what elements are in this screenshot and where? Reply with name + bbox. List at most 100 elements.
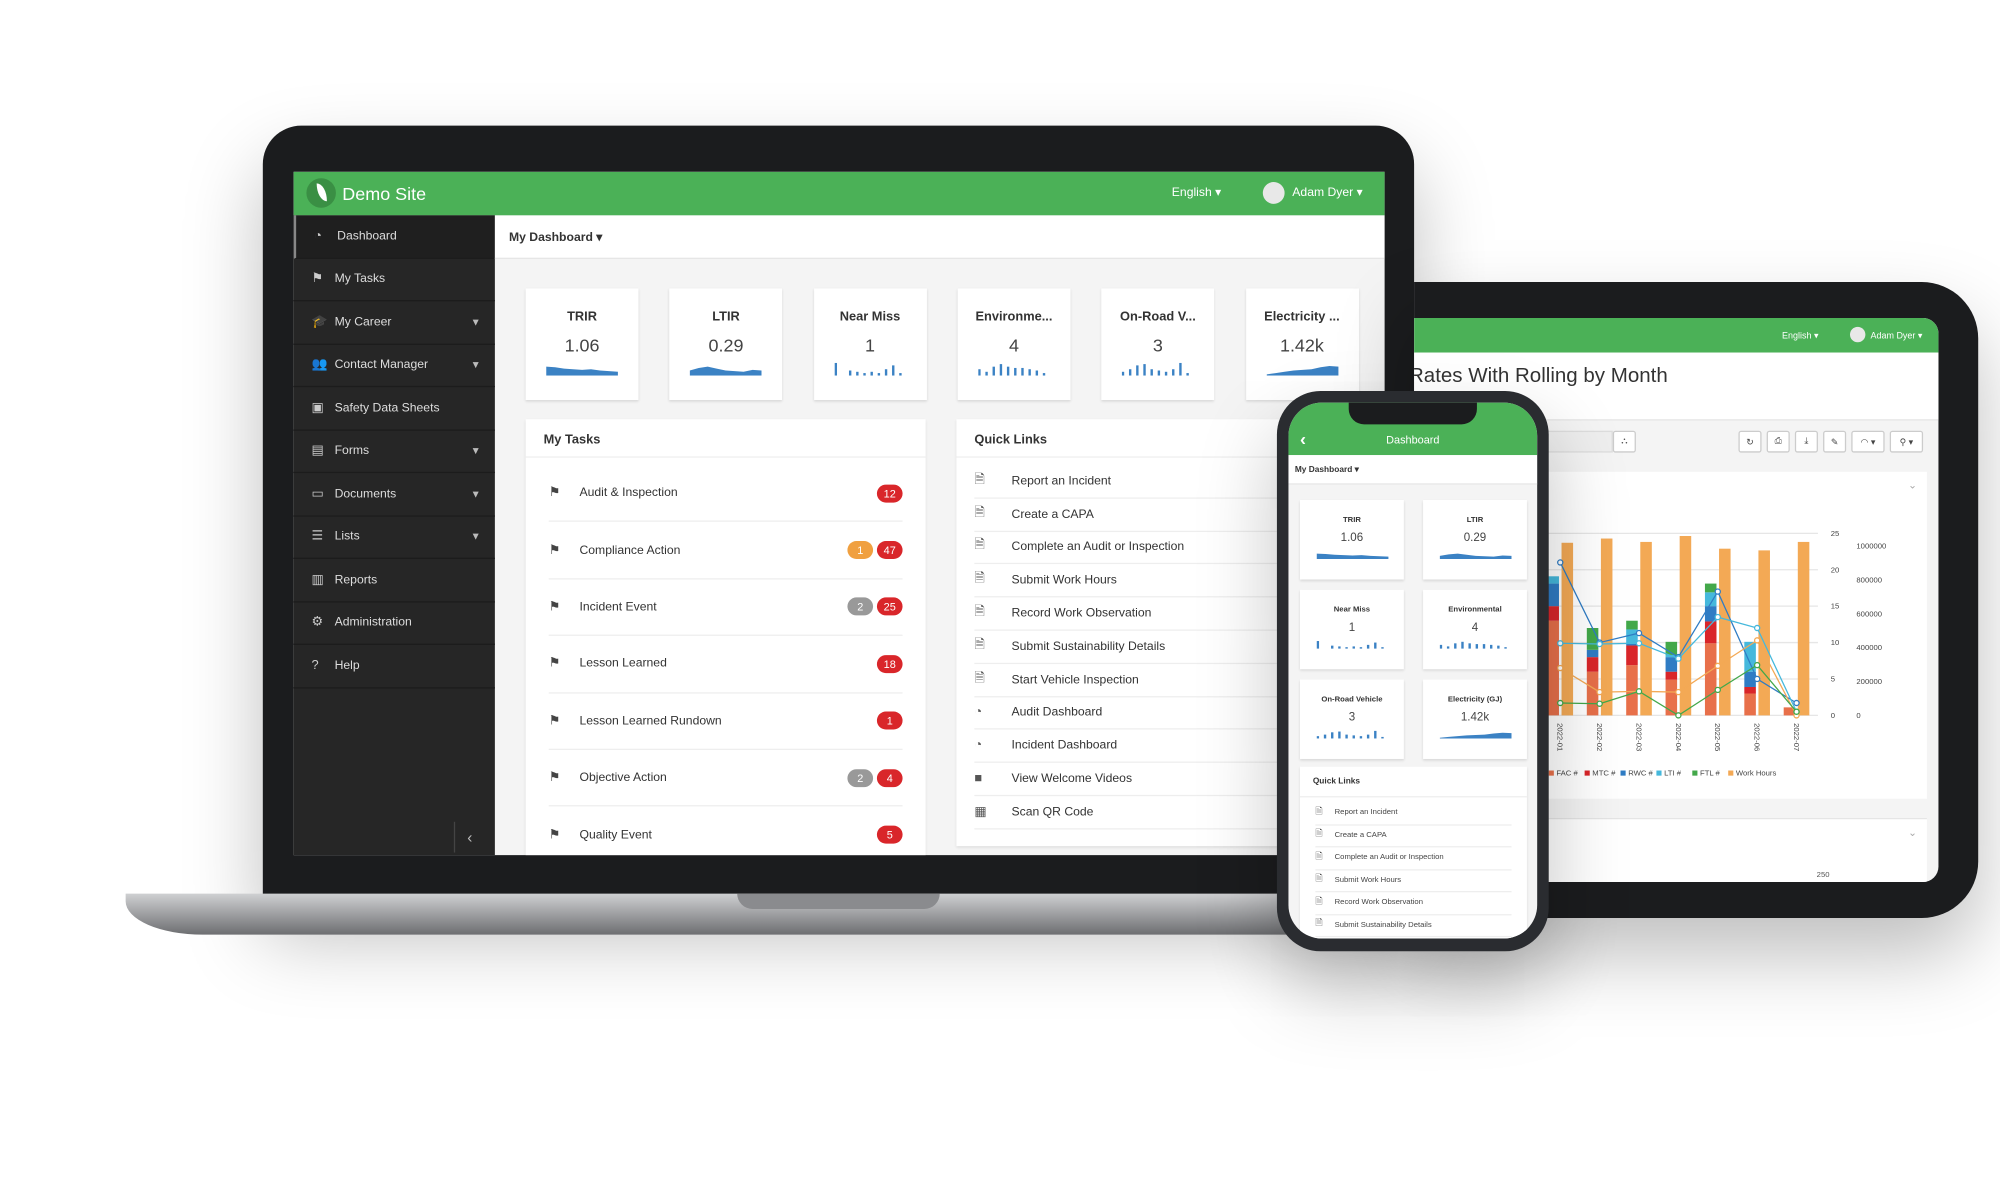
line-point	[1753, 624, 1761, 632]
task-label: Lesson Learned	[579, 656, 667, 671]
sidebar-item-safety-data-sheets[interactable]: ▣ Safety Data Sheets	[293, 387, 495, 431]
phone-quick-link[interactable]: 🗎 Complete an Audit or Inspection	[1315, 847, 1512, 870]
collapse-chevron-icon[interactable]: ⌄	[1908, 827, 1917, 839]
download-button[interactable]: ⤓	[1794, 430, 1818, 453]
phone-kpi-card[interactable]: Environmental 4	[1423, 589, 1527, 670]
phone-quick-link[interactable]: 🗎 Record Work Observation	[1315, 892, 1512, 915]
line-point	[1753, 661, 1761, 669]
task-row[interactable]: ⚑ Lesson Learned Rundown 1	[548, 693, 903, 750]
tablet-language-dropdown[interactable]: English ▾	[1782, 331, 1818, 341]
site-name[interactable]: Demo Site	[342, 183, 426, 204]
sidebar-item-contact-manager[interactable]: 👥 Contact Manager ▼	[293, 344, 495, 388]
refresh-button[interactable]: ↻	[1738, 430, 1762, 453]
line-point	[1635, 629, 1643, 637]
kpi-card-electricity-[interactable]: Electricity ... 1.42k	[1245, 288, 1359, 400]
kpi-value: 1.42k	[1460, 710, 1490, 724]
kpi-card-ltir[interactable]: LTIR 0.29	[669, 288, 783, 400]
phone-quick-link[interactable]: 🗎 Submit Work Hours	[1315, 870, 1512, 893]
task-row[interactable]: ⚑ Audit & Inspection 12	[548, 465, 903, 523]
kpi-card-environme-[interactable]: Environme... 4	[957, 288, 1071, 400]
right-axis-tick: 1000000	[1856, 542, 1886, 551]
kpi-card-trir[interactable]: TRIR 1.06	[525, 288, 639, 400]
flag-icon: ⚑	[548, 713, 561, 728]
task-row[interactable]: ⚑ Incident Event 2 25	[548, 579, 903, 637]
phone-kpi-card[interactable]: Near Miss 1	[1299, 589, 1404, 670]
tablet-avatar[interactable]	[1849, 326, 1866, 343]
kpi-title: Near Miss	[1333, 606, 1371, 615]
link-button[interactable]: ⚲ ▾	[1889, 430, 1924, 453]
kpi-card-on-road-v-[interactable]: On-Road V... 3	[1101, 288, 1215, 400]
phone-kpi-card[interactable]: On-Road Vehicle 3	[1299, 679, 1404, 759]
sidebar-item-my-career[interactable]: 🎓 My Career ▼	[293, 301, 495, 345]
stacked-bar-segment	[1626, 620, 1638, 630]
dashboard-select[interactable]: My Dashboard ▾	[509, 231, 602, 245]
file-icon: 🗎	[974, 539, 985, 554]
sidebar-item-help[interactable]: ? Help	[293, 645, 495, 688]
sidebar-item-lists[interactable]: ☰ Lists ▼	[293, 516, 495, 559]
line-point	[1714, 588, 1721, 595]
file-icon: 🗎	[974, 638, 985, 653]
quick-link[interactable]: 🗎 Start Vehicle Inspection	[974, 664, 1324, 697]
print-button[interactable]: ⎙	[1766, 430, 1790, 453]
tablet-user-menu[interactable]: Adam Dyer ▾	[1871, 331, 1923, 341]
quick-link-label: Audit Dashboard	[1011, 705, 1103, 720]
language-dropdown[interactable]: English ▾	[1172, 186, 1221, 200]
sidebar-item-documents[interactable]: ▭ Documents ▼	[293, 473, 495, 517]
phone-kpi-card[interactable]: LTIR 0.29	[1423, 499, 1527, 580]
quick-link[interactable]: ◔ Audit Dashboard	[974, 697, 1324, 730]
task-row[interactable]: ⚑ Objective Action 2 4	[548, 750, 903, 807]
quick-link[interactable]: ◔ Incident Dashboard	[974, 730, 1324, 764]
kpi-value: 1.42k	[1279, 334, 1324, 356]
phone-kpi-card[interactable]: TRIR 1.06	[1299, 499, 1404, 580]
sparkline	[1439, 641, 1507, 649]
task-row[interactable]: ⚑ Compliance Action 1 47	[548, 522, 903, 580]
dashboard-subheader: My Dashboard ▾	[494, 215, 1385, 259]
quick-link[interactable]: 🗎 Submit Work Hours	[974, 565, 1324, 598]
sidebar-item-administration[interactable]: ⚙ Administration	[293, 602, 495, 645]
phone-dashboard-select[interactable]: My Dashboard ▾	[1295, 464, 1359, 474]
sidebar-item-forms[interactable]: ▤ Forms ▼	[293, 430, 495, 474]
quick-link[interactable]: 🗎 Complete an Audit or Inspection	[974, 532, 1324, 565]
tablet-user-name: Adam Dyer	[1870, 332, 1916, 342]
kpi-title: Environmental	[1448, 606, 1502, 615]
dashboard-icon: ◔	[314, 229, 322, 244]
quick-link[interactable]: 🗎 Create a CAPA	[974, 498, 1324, 532]
sidebar-item-my-tasks[interactable]: ⚑ My Tasks	[293, 258, 495, 302]
kpi-title: On-Road Vehicle	[1321, 696, 1383, 704]
kpi-value: 3	[1152, 334, 1163, 356]
stacked-bar-segment	[1547, 606, 1559, 621]
briefcase-icon: ▣	[311, 400, 324, 416]
phone-kpi-card[interactable]: Electricity (GJ) 1.42k	[1423, 679, 1527, 759]
kpi-title: Electricity ...	[1264, 310, 1340, 325]
rss-button[interactable]: ◠ ▾	[1851, 430, 1885, 453]
phone-quick-link[interactable]: 🗎 Submit Sustainability Details	[1315, 915, 1512, 938]
kpi-card-near-miss[interactable]: Near Miss 1	[813, 288, 927, 400]
collapse-chevron-icon[interactable]: ⌄	[1908, 479, 1917, 491]
count-badge: 1	[847, 541, 874, 560]
stacked-bar-segment	[1586, 627, 1599, 650]
kpi-title: LTIR	[712, 310, 740, 325]
task-row[interactable]: ⚑ Lesson Learned 18	[548, 636, 903, 694]
task-row[interactable]: ⚑ Quality Event 5	[549, 807, 903, 855]
sidebar-collapse-button[interactable]: ‹	[453, 821, 485, 853]
quick-link[interactable]: 🗎 Record Work Observation	[974, 598, 1324, 631]
phone-quick-link[interactable]: 🗎 Report an Incident	[1315, 803, 1512, 825]
quick-link[interactable]: ▦ Scan QR Code	[974, 796, 1324, 830]
right-axis-tick: 400000	[1856, 643, 1882, 652]
phone-quick-link[interactable]: 🗎 Create a CAPA	[1315, 825, 1512, 848]
user-menu[interactable]: Adam Dyer ▾	[1292, 186, 1362, 200]
quick-link[interactable]: 🗎 Report an Incident	[974, 465, 1324, 499]
task-label: Compliance Action	[579, 543, 681, 558]
sidebar-item-label: Forms	[334, 443, 370, 459]
sparkline	[978, 364, 1046, 376]
pencil-button[interactable]: ✎	[1823, 430, 1847, 453]
tree-button[interactable]: ⛬	[1612, 430, 1636, 453]
quick-link[interactable]: ■ View Welcome Videos	[974, 763, 1324, 797]
legend-label: Work Hours	[1736, 769, 1777, 778]
sidebar-item-reports[interactable]: ▥ Reports	[293, 559, 495, 602]
laptop-notch	[737, 893, 940, 909]
avatar[interactable]	[1262, 182, 1285, 204]
sidebar-item-dashboard[interactable]: ◔ Dashboard	[293, 215, 495, 259]
filter-input[interactable]	[1542, 430, 1613, 453]
quick-link[interactable]: 🗎 Submit Sustainability Details	[974, 631, 1324, 664]
